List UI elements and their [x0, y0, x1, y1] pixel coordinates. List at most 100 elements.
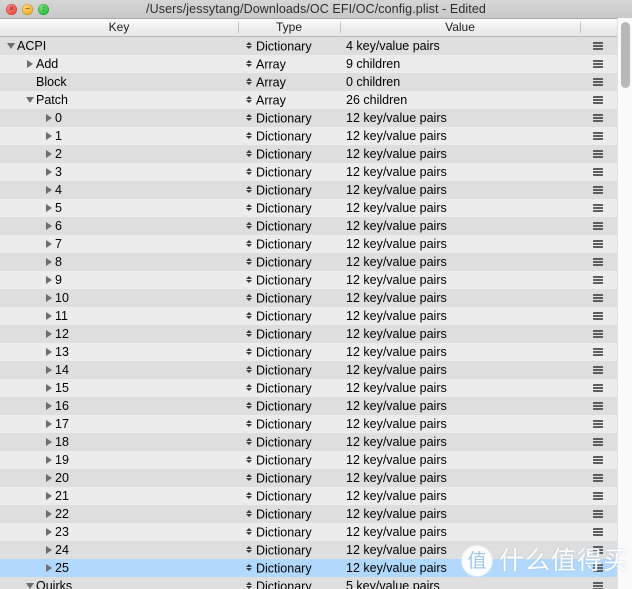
chevron-down-icon[interactable] — [25, 577, 35, 589]
cell-type[interactable]: Dictionary — [238, 235, 340, 253]
cell-value[interactable]: 12 key/value pairs — [340, 109, 580, 127]
table-row[interactable]: 0 Dictionary 12 key/value pairs — [0, 109, 632, 127]
cell-key[interactable]: 13 — [0, 343, 238, 361]
chevron-right-icon[interactable] — [44, 397, 54, 415]
table-row[interactable]: 24 Dictionary 12 key/value pairs — [0, 541, 632, 559]
cell-type[interactable]: Dictionary — [238, 217, 340, 235]
table-row[interactable]: 17 Dictionary 12 key/value pairs — [0, 415, 632, 433]
table-row[interactable]: Add Array 9 children — [0, 55, 632, 73]
cell-value[interactable]: 0 children — [340, 73, 580, 91]
chevron-down-icon[interactable] — [25, 91, 35, 109]
column-divider[interactable] — [340, 22, 341, 33]
cell-key[interactable]: 22 — [0, 505, 238, 523]
cell-value[interactable]: 4 key/value pairs — [340, 37, 580, 55]
stepper-arrows-icon[interactable] — [245, 257, 252, 266]
stepper-arrows-icon[interactable] — [245, 95, 252, 104]
cell-key[interactable]: 8 — [0, 253, 238, 271]
cell-type[interactable]: Dictionary — [238, 541, 340, 559]
cell-key[interactable]: 10 — [0, 289, 238, 307]
table-row[interactable]: 25 Dictionary 12 key/value pairs — [0, 559, 632, 577]
stepper-arrows-icon[interactable] — [245, 311, 252, 320]
row-actions-button[interactable] — [580, 181, 615, 199]
cell-key[interactable]: 16 — [0, 397, 238, 415]
stepper-arrows-icon[interactable] — [245, 203, 252, 212]
chevron-right-icon[interactable] — [44, 307, 54, 325]
cell-type[interactable]: Dictionary — [238, 253, 340, 271]
cell-value[interactable]: 12 key/value pairs — [340, 289, 580, 307]
cell-type[interactable]: Dictionary — [238, 415, 340, 433]
stepper-arrows-icon[interactable] — [245, 419, 252, 428]
cell-key[interactable]: 17 — [0, 415, 238, 433]
table-row[interactable]: 3 Dictionary 12 key/value pairs — [0, 163, 632, 181]
chevron-right-icon[interactable] — [44, 235, 54, 253]
cell-type[interactable]: Dictionary — [238, 397, 340, 415]
table-row[interactable]: 18 Dictionary 12 key/value pairs — [0, 433, 632, 451]
cell-type[interactable]: Dictionary — [238, 469, 340, 487]
cell-value[interactable]: 5 key/value pairs — [340, 577, 580, 589]
cell-type[interactable]: Array — [238, 91, 340, 109]
chevron-right-icon[interactable] — [44, 487, 54, 505]
row-actions-button[interactable] — [580, 163, 615, 181]
chevron-right-icon[interactable] — [44, 505, 54, 523]
row-actions-button[interactable] — [580, 109, 615, 127]
cell-value[interactable]: 12 key/value pairs — [340, 217, 580, 235]
cell-key[interactable]: Block — [0, 73, 238, 91]
vertical-scrollbar-track[interactable] — [617, 18, 632, 589]
stepper-arrows-icon[interactable] — [245, 185, 252, 194]
table-row[interactable]: 19 Dictionary 12 key/value pairs — [0, 451, 632, 469]
cell-key[interactable]: 21 — [0, 487, 238, 505]
close-button[interactable]: × — [6, 3, 17, 15]
table-row[interactable]: 7 Dictionary 12 key/value pairs — [0, 235, 632, 253]
cell-key[interactable]: 24 — [0, 541, 238, 559]
stepper-arrows-icon[interactable] — [245, 167, 252, 176]
cell-value[interactable]: 12 key/value pairs — [340, 487, 580, 505]
cell-key[interactable]: Add — [0, 55, 238, 73]
table-row[interactable]: 9 Dictionary 12 key/value pairs — [0, 271, 632, 289]
cell-value[interactable]: 12 key/value pairs — [340, 379, 580, 397]
row-actions-button[interactable] — [580, 577, 615, 589]
chevron-right-icon[interactable] — [44, 523, 54, 541]
cell-value[interactable]: 12 key/value pairs — [340, 433, 580, 451]
table-row[interactable]: 6 Dictionary 12 key/value pairs — [0, 217, 632, 235]
row-actions-button[interactable] — [580, 415, 615, 433]
row-actions-button[interactable] — [580, 397, 615, 415]
table-row[interactable]: Quirks Dictionary 5 key/value pairs — [0, 577, 632, 589]
stepper-arrows-icon[interactable] — [245, 545, 252, 554]
cell-type[interactable]: Dictionary — [238, 433, 340, 451]
stepper-arrows-icon[interactable] — [245, 329, 252, 338]
cell-value[interactable]: 12 key/value pairs — [340, 271, 580, 289]
chevron-right-icon[interactable] — [44, 199, 54, 217]
cell-key[interactable]: 15 — [0, 379, 238, 397]
chevron-right-icon[interactable] — [44, 271, 54, 289]
stepper-arrows-icon[interactable] — [245, 581, 252, 589]
table-row[interactable]: 14 Dictionary 12 key/value pairs — [0, 361, 632, 379]
column-header-type[interactable]: Type — [238, 19, 340, 36]
cell-value[interactable]: 12 key/value pairs — [340, 361, 580, 379]
column-divider[interactable] — [580, 22, 581, 33]
table-row[interactable]: 21 Dictionary 12 key/value pairs — [0, 487, 632, 505]
table-row[interactable]: ACPI Dictionary 4 key/value pairs — [0, 37, 632, 55]
cell-key[interactable]: 19 — [0, 451, 238, 469]
chevron-right-icon[interactable] — [44, 127, 54, 145]
table-row[interactable]: Patch Array 26 children — [0, 91, 632, 109]
cell-key[interactable]: 18 — [0, 433, 238, 451]
row-actions-button[interactable] — [580, 253, 615, 271]
stepper-arrows-icon[interactable] — [245, 239, 252, 248]
cell-type[interactable]: Dictionary — [238, 487, 340, 505]
stepper-arrows-icon[interactable] — [245, 293, 252, 302]
stepper-arrows-icon[interactable] — [245, 221, 252, 230]
table-row[interactable]: 11 Dictionary 12 key/value pairs — [0, 307, 632, 325]
chevron-right-icon[interactable] — [44, 163, 54, 181]
cell-key[interactable]: Patch — [0, 91, 238, 109]
row-actions-button[interactable] — [580, 37, 615, 55]
cell-type[interactable]: Dictionary — [238, 181, 340, 199]
stepper-arrows-icon[interactable] — [245, 365, 252, 374]
chevron-right-icon[interactable] — [44, 433, 54, 451]
chevron-right-icon[interactable] — [44, 289, 54, 307]
row-actions-button[interactable] — [580, 73, 615, 91]
row-actions-button[interactable] — [580, 451, 615, 469]
row-actions-button[interactable] — [580, 559, 615, 577]
row-actions-button[interactable] — [580, 325, 615, 343]
cell-type[interactable]: Dictionary — [238, 199, 340, 217]
cell-type[interactable]: Dictionary — [238, 37, 340, 55]
